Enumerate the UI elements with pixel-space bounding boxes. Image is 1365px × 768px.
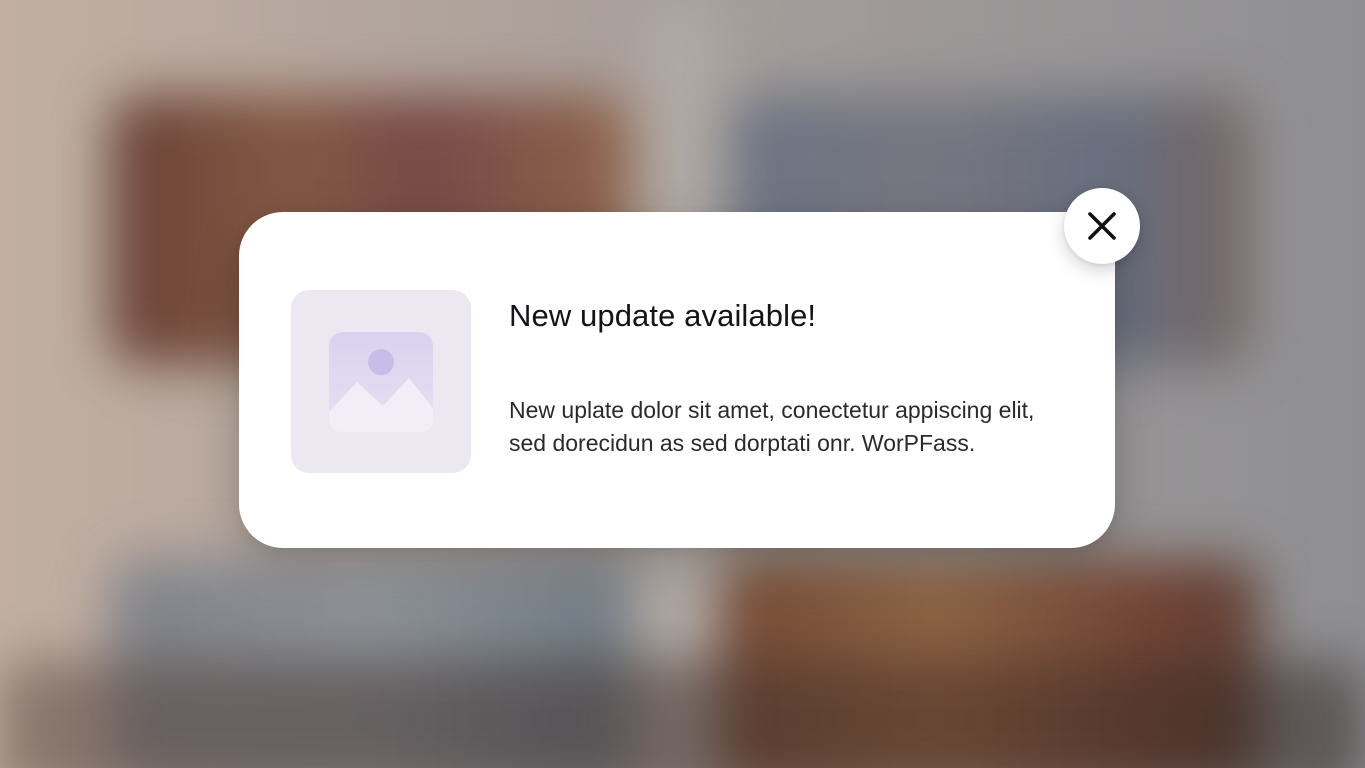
notification-message: New uplate dolor sit amet, conectetur ap… — [509, 394, 1079, 460]
close-icon — [1088, 212, 1116, 240]
app-screen: New update available! New uplate dolor s… — [0, 0, 1365, 768]
thumbnail — [291, 290, 471, 473]
notification-message-line: New uplate dolor sit amet, conectetur ap… — [509, 397, 1035, 423]
notification-message-line: sed dorecidun as sed dorptati onr. WorPF… — [509, 430, 976, 456]
close-button[interactable] — [1064, 188, 1140, 264]
background-blur-shape — [0, 660, 1365, 768]
notification-title: New update available! — [509, 298, 817, 333]
image-placeholder-icon — [329, 332, 433, 432]
update-notification-card: New update available! New uplate dolor s… — [239, 212, 1115, 548]
